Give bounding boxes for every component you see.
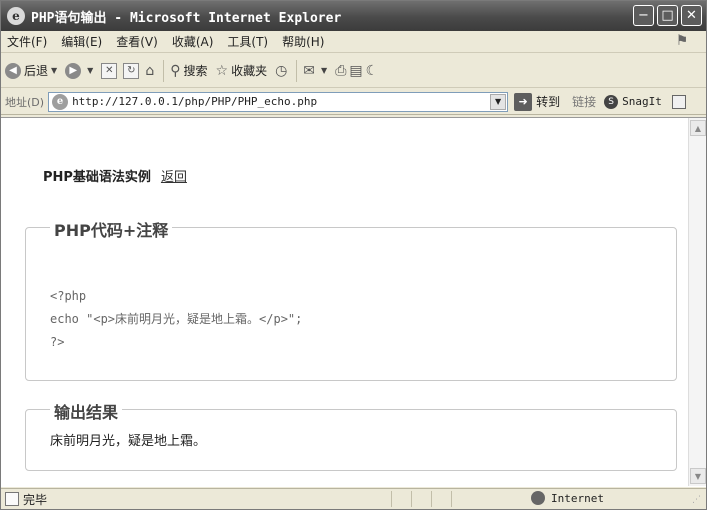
toolbar-separator <box>163 59 165 82</box>
code-line: <?php <box>50 289 87 303</box>
mail-button[interactable]: ✉ ▼ <box>303 63 327 79</box>
chevron-down-icon: ▼ <box>321 66 328 75</box>
menu-view[interactable]: 查看(V) <box>116 33 158 50</box>
code-section-legend: PHP代码+注释 <box>50 217 173 241</box>
back-label: 后退 <box>24 64 49 78</box>
status-pane <box>431 491 451 507</box>
back-button[interactable]: ◀ 后退 ▼ <box>5 62 57 79</box>
address-bar: 地址(D) e http://127.0.0.1/php/PHP/PHP_ech… <box>1 89 706 115</box>
back-arrow-icon: ◀ <box>5 62 21 79</box>
print-icon[interactable]: ⎙ <box>335 63 346 79</box>
links-button[interactable]: 链接 <box>572 93 596 110</box>
minimize-button[interactable]: − <box>633 5 654 26</box>
favorites-label: 收藏夹 <box>231 64 268 78</box>
scroll-down-icon[interactable]: ▼ <box>690 468 706 484</box>
output-section: 输出结果 床前明月光，疑是地上霜。 <box>25 399 677 471</box>
favorites-button[interactable]: ☆ 收藏夹 <box>216 62 268 79</box>
home-icon[interactable]: ⌂ <box>145 63 154 79</box>
address-input[interactable]: e http://127.0.0.1/php/PHP/PHP_echo.php … <box>48 91 509 112</box>
output-section-legend: 输出结果 <box>50 399 123 423</box>
chevron-down-icon: ▼ <box>51 66 58 75</box>
scroll-up-icon[interactable]: ▲ <box>690 120 706 136</box>
output-text: 床前明月光，疑是地上霜。 <box>50 434 207 449</box>
status-pane <box>411 491 431 507</box>
browser-window: e PHP语句输出 - Microsoft Internet Explorer … <box>0 0 707 510</box>
menu-help[interactable]: 帮助(H) <box>282 33 324 50</box>
title-bar: e PHP语句输出 - Microsoft Internet Explorer … <box>1 1 706 31</box>
page-viewport: PHP基础语法实例 返回 PHP代码+注释 <?php echo "<p>床前明月… <box>1 117 706 487</box>
globe-icon <box>531 491 545 505</box>
search-button[interactable]: ⚲ 搜索 <box>170 62 207 79</box>
url-text: http://127.0.0.1/php/PHP/PHP_echo.php <box>72 95 318 108</box>
page-icon: e <box>52 93 69 110</box>
page-content: PHP基础语法实例 返回 PHP代码+注释 <?php echo "<p>床前明月… <box>1 118 687 486</box>
mail-icon: ✉ <box>303 62 316 79</box>
close-button[interactable]: ✕ <box>681 5 702 26</box>
go-arrow-icon: ➜ <box>514 92 533 111</box>
address-label: 地址(D) <box>5 95 45 109</box>
page-title: PHP基础语法实例 <box>43 170 151 185</box>
chevron-down-icon[interactable]: ▼ <box>490 93 507 110</box>
edit-icon[interactable]: ▤ <box>349 63 362 79</box>
snagit-label: SnagIt <box>622 95 662 108</box>
status-bar: 完毕 Internet ⋰ <box>1 488 706 509</box>
maximize-button[interactable]: □ <box>657 5 678 26</box>
menu-file[interactable]: 文件(F) <box>7 33 47 50</box>
window-title: PHP语句输出 - Microsoft Internet Explorer <box>31 10 342 26</box>
history-icon[interactable]: ◷ <box>275 63 287 79</box>
menu-tools[interactable]: 工具(T) <box>227 33 268 50</box>
snagit-icon: S <box>604 94 619 109</box>
window-controls: − □ ✕ <box>633 5 702 26</box>
search-icon: ⚲ <box>170 62 181 79</box>
zone-text: Internet <box>551 491 604 505</box>
resize-grip-icon[interactable]: ⋰ <box>692 495 704 507</box>
toolbar: ◀ 后退 ▼ ▶ ▼ ✕ ↻ ⌂ ⚲ 搜索 ☆ 收藏夹 ◷ ✉ ▼ ⎙ ▤ ☾ <box>1 54 706 88</box>
page-done-icon <box>5 492 19 506</box>
vertical-scrollbar[interactable]: ▲ ▼ <box>688 118 706 486</box>
back-link[interactable]: 返回 <box>161 166 187 185</box>
status-panes <box>391 491 471 507</box>
windows-logo-icon: ⚑ <box>675 33 689 49</box>
page-heading: PHP基础语法实例 返回 <box>43 166 187 185</box>
toolbar-separator <box>296 59 298 82</box>
stop-icon[interactable]: ✕ <box>101 62 118 79</box>
code-block: <?php echo "<p>床前明月光，疑是地上霜。</p>"; ?> <box>50 285 302 354</box>
code-section: PHP代码+注释 <?php echo "<p>床前明月光，疑是地上霜。</p>"… <box>25 217 677 381</box>
security-zone: Internet <box>531 491 604 505</box>
status-pane <box>391 491 411 507</box>
code-line: echo "<p>床前明月光，疑是地上霜。</p>"; <box>50 312 303 326</box>
capture-icon[interactable] <box>671 94 686 109</box>
search-label: 搜索 <box>183 64 208 78</box>
forward-arrow-icon: ▶ <box>65 62 82 79</box>
menu-bar: 文件(F) 编辑(E) 查看(V) 收藏(A) 工具(T) 帮助(H) ⚑ <box>1 31 706 53</box>
status-text: 完毕 <box>23 492 48 507</box>
code-line: ?> <box>50 335 65 349</box>
messenger-icon[interactable]: ☾ <box>366 63 379 79</box>
refresh-icon[interactable]: ↻ <box>123 62 140 79</box>
forward-button[interactable]: ▶ ▼ <box>65 62 94 79</box>
go-label: 转到 <box>536 95 561 109</box>
menu-edit[interactable]: 编辑(E) <box>61 33 102 50</box>
menu-favorites[interactable]: 收藏(A) <box>172 33 214 50</box>
ie-icon: e <box>7 7 25 25</box>
status-pane <box>451 491 471 507</box>
chevron-down-icon: ▼ <box>87 66 94 75</box>
snagit-button[interactable]: S SnagIt <box>604 94 662 109</box>
star-icon: ☆ <box>215 62 229 79</box>
go-button[interactable]: ➜ 转到 <box>514 92 561 111</box>
